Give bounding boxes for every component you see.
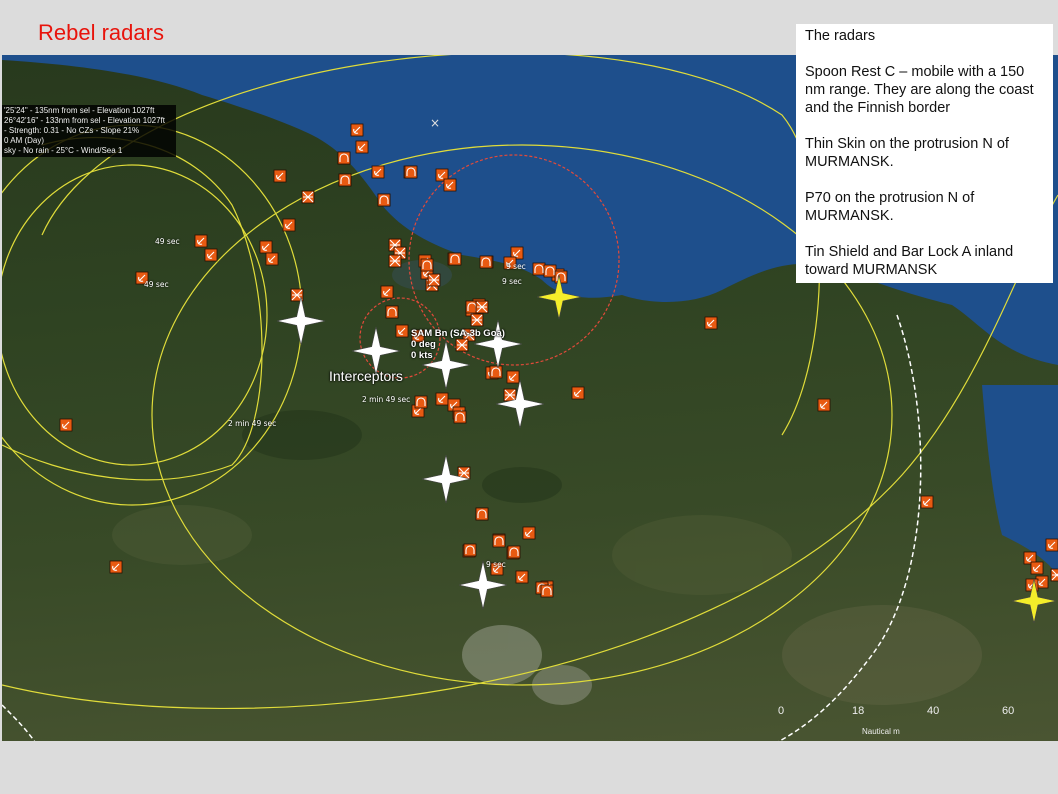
sam-site-icon[interactable] <box>463 543 477 557</box>
radar-unit-icon[interactable] <box>515 570 529 584</box>
radar-unit-icon[interactable] <box>1030 561 1044 575</box>
radar-unit-icon[interactable] <box>350 123 364 137</box>
sam-unit-heading: 0 deg <box>411 339 436 350</box>
sam-site-icon[interactable] <box>420 258 434 272</box>
radar-unit-icon[interactable] <box>371 165 385 179</box>
slide-title: Rebel radars <box>38 20 164 45</box>
radar-unit-icon[interactable] <box>704 316 718 330</box>
sam-site-icon[interactable] <box>475 507 489 521</box>
sam-site-icon[interactable] <box>337 151 351 165</box>
timer-label: 49 sec <box>144 280 169 289</box>
aircraft-icon[interactable] <box>421 454 471 504</box>
interceptors-label: Interceptors <box>329 368 403 384</box>
notes-heading: The radars <box>805 28 876 44</box>
aircraft-icon[interactable] <box>276 296 326 346</box>
radar-unit-icon[interactable] <box>571 386 585 400</box>
facility-icon[interactable] <box>388 254 402 268</box>
radar-unit-icon[interactable] <box>59 418 73 432</box>
radar-unit-icon[interactable] <box>435 392 449 406</box>
radar-unit-icon[interactable] <box>204 248 218 262</box>
timer-label: 2 min 49 sec <box>228 419 277 428</box>
facility-icon[interactable] <box>427 273 441 287</box>
radar-unit-icon[interactable] <box>259 240 273 254</box>
notes-paragraph: Spoon Rest C – mobile with a 150 nm rang… <box>805 64 1034 116</box>
hover-info-panel: '25'24" - 135nm from sel - Elevation 102… <box>2 105 176 157</box>
scale-tick: 60 <box>1002 705 1015 717</box>
sam-site-icon[interactable] <box>385 305 399 319</box>
facility-icon[interactable] <box>503 388 517 402</box>
sam-site-icon[interactable] <box>540 584 554 598</box>
sam-site-icon[interactable] <box>448 252 462 266</box>
hover-info-line: sky - No rain - 25°C - Wind/Sea 1 <box>4 146 123 155</box>
highlighted-aircraft-icon[interactable] <box>1011 578 1057 624</box>
sam-unit-label[interactable]: SAM Bn (SA-3b Goa) 0 deg 0 kts <box>411 328 505 361</box>
sam-site-icon[interactable] <box>489 365 503 379</box>
notes-paragraph: Tin Shield and Bar Lock A inland toward … <box>805 244 1014 278</box>
radar-unit-icon[interactable] <box>265 252 279 266</box>
radar-unit-icon[interactable] <box>506 370 520 384</box>
sam-site-icon[interactable] <box>479 255 493 269</box>
notes-panel: The radars Spoon Rest C – mobile with a … <box>796 24 1053 283</box>
sam-site-icon[interactable] <box>543 264 557 278</box>
sam-site-icon[interactable] <box>507 545 521 559</box>
facility-icon[interactable] <box>301 190 315 204</box>
sam-site-icon[interactable] <box>492 534 506 548</box>
sam-site-icon[interactable] <box>554 270 568 284</box>
scale-unit-label: Nautical m <box>862 727 900 735</box>
scale-tick: 18 <box>852 705 865 717</box>
radar-unit-icon[interactable] <box>817 398 831 412</box>
sam-site-icon[interactable] <box>338 173 352 187</box>
timer-label: 9 sec <box>506 262 526 271</box>
sam-site-icon[interactable] <box>453 410 467 424</box>
facility-icon[interactable] <box>1050 568 1058 582</box>
map-scale-bar: 0 18 40 60 Nautical m <box>772 705 1032 735</box>
scale-tick: 0 <box>778 705 785 717</box>
radar-unit-icon[interactable] <box>920 495 934 509</box>
timer-label: 9 sec <box>502 277 522 286</box>
scale-tick: 40 <box>927 705 940 717</box>
facility-icon[interactable] <box>470 313 484 327</box>
radar-unit-icon[interactable] <box>443 178 457 192</box>
sam-site-icon[interactable] <box>377 193 391 207</box>
hover-info-line: 0 AM (Day) <box>4 136 45 145</box>
hover-info-line: - Strength: 0.31 - No CZs - Slope 21% <box>4 126 140 135</box>
notes-paragraph: P70 on the protrusion N of MURMANSK. <box>805 190 975 224</box>
radar-unit-icon[interactable] <box>1045 538 1058 552</box>
cursor-mark: × <box>430 116 440 130</box>
timer-label: 49 sec <box>155 237 180 246</box>
sam-site-icon[interactable] <box>532 262 546 276</box>
radar-unit-icon[interactable] <box>109 560 123 574</box>
sam-site-icon[interactable] <box>404 165 418 179</box>
sam-site-icon[interactable] <box>414 395 428 409</box>
sam-unit-name: SAM Bn (SA-3b Goa) <box>411 328 505 339</box>
timer-label: 9 sec <box>486 560 506 569</box>
radar-unit-icon[interactable] <box>522 526 536 540</box>
hover-info-line: 26°42'16" - 133nm from sel - Elevation 1… <box>4 116 165 125</box>
facility-icon[interactable] <box>475 300 489 314</box>
radar-unit-icon[interactable] <box>395 324 409 338</box>
radar-unit-icon[interactable] <box>355 140 369 154</box>
radar-unit-icon[interactable] <box>380 285 394 299</box>
radar-unit-icon[interactable] <box>194 234 208 248</box>
radar-unit-icon[interactable] <box>273 169 287 183</box>
terrain-texture <box>112 260 982 705</box>
hover-info-line: '25'24" - 135nm from sel - Elevation 102… <box>4 106 155 115</box>
radar-unit-icon[interactable] <box>282 218 296 232</box>
notes-paragraph: Thin Skin on the protrusion N of MURMANS… <box>805 136 1009 170</box>
timer-label: 2 min 49 sec <box>362 395 411 404</box>
aircraft-icon[interactable] <box>495 379 545 429</box>
sam-unit-speed: 0 kts <box>411 350 433 361</box>
